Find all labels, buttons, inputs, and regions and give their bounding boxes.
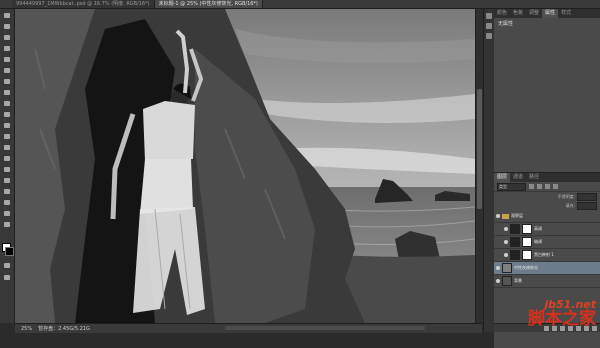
vertical-scrollbar[interactable] — [475, 9, 483, 323]
zoom-level[interactable]: 25% — [15, 326, 38, 332]
hand-tool-icon[interactable] — [2, 209, 12, 218]
quick-mask-icon[interactable] — [2, 261, 12, 270]
site-watermark: jb51.net 脚本之家 — [528, 298, 596, 328]
layer-thumbnail — [502, 276, 512, 286]
horizontal-scrollbar[interactable] — [225, 326, 425, 330]
document-tabs: 994449997_1MWkbcat..psd @ 16.7% (明度, RGB… — [12, 0, 263, 8]
filter-adjust-icon[interactable] — [537, 184, 542, 189]
zoom-tool-icon[interactable] — [2, 220, 12, 229]
tab-color[interactable]: 颜色 — [494, 9, 510, 18]
watermark-name: 脚本之家 — [528, 309, 596, 329]
doc-tab-1[interactable]: 994449997_1MWkbcat..psd @ 16.7% (明度, RGB… — [12, 0, 155, 8]
folder-icon — [502, 213, 509, 219]
tab-channels[interactable]: 通道 — [510, 173, 526, 182]
gradient-tool-icon[interactable] — [2, 132, 12, 141]
opacity-label: 不透明度: — [557, 193, 575, 199]
eyedropper-tool-icon[interactable] — [2, 66, 12, 75]
fill-row: 填充: — [494, 201, 600, 210]
history-brush-tool-icon[interactable] — [2, 110, 12, 119]
shape-tool-icon[interactable] — [2, 198, 12, 207]
fill-label: 填充: — [565, 202, 575, 208]
actions-icon[interactable] — [486, 23, 492, 29]
dodge-tool-icon[interactable] — [2, 154, 12, 163]
document-info: 暂存盘：2.45G/5.21G — [38, 326, 90, 332]
adjustment-layer-icon — [510, 250, 520, 260]
layer-name: 背景 — [514, 278, 522, 283]
layer-kind-select[interactable]: 类型 — [497, 182, 526, 191]
blur-tool-icon[interactable] — [2, 143, 12, 152]
properties-tabs: 颜色 色板 调整 属性 样式 — [494, 9, 600, 18]
layer-row-highlights[interactable]: 高调 — [494, 223, 600, 236]
layer-mask-thumbnail[interactable] — [522, 250, 532, 260]
filter-shape-icon[interactable] — [553, 184, 558, 189]
visibility-eye-icon[interactable] — [504, 253, 508, 257]
layer-name: 黑白映射 1 — [534, 252, 554, 257]
pen-tool-icon[interactable] — [2, 165, 12, 174]
layer-name: 高调 — [534, 226, 542, 231]
doc-tab-2[interactable]: 未标题-1 @ 25% (中性灰修饰光, RGB/16*) — [154, 0, 263, 8]
history-icon[interactable] — [486, 13, 492, 19]
properties-panel-body: 无属性 — [494, 18, 600, 173]
tools-panel — [0, 9, 15, 323]
visibility-eye-icon[interactable] — [496, 266, 500, 270]
tab-properties[interactable]: 属性 — [542, 9, 559, 18]
layer-name: 暗调 — [534, 239, 542, 244]
layer-name: 观察层 — [511, 213, 523, 218]
tab-adjustments[interactable]: 调整 — [526, 9, 542, 18]
background-color-swatch[interactable] — [5, 247, 14, 256]
layer-filter-row: 类型 — [494, 182, 600, 192]
layer-thumbnail — [502, 263, 512, 273]
visibility-eye-icon[interactable] — [496, 214, 500, 218]
layer-name: 中性灰修饰光 — [514, 265, 538, 270]
filter-type-icon[interactable] — [545, 184, 550, 189]
healing-brush-tool-icon[interactable] — [2, 77, 12, 86]
tab-swatches[interactable]: 色板 — [510, 9, 526, 18]
type-tool-icon[interactable] — [2, 176, 12, 185]
layer-row-shadows[interactable]: 暗调 — [494, 236, 600, 249]
screen-mode-icon[interactable] — [2, 273, 12, 282]
eraser-tool-icon[interactable] — [2, 121, 12, 130]
brush-tool-icon[interactable] — [2, 88, 12, 97]
quick-select-tool-icon[interactable] — [2, 44, 12, 53]
layer-mask-thumbnail[interactable] — [522, 237, 532, 247]
info-icon[interactable] — [486, 33, 492, 39]
tab-layers[interactable]: 图层 — [494, 173, 511, 182]
fill-input[interactable] — [577, 201, 597, 210]
tab-paths[interactable]: 路径 — [526, 173, 542, 182]
layer-row-neutral-gray[interactable]: 中性灰修饰光 — [494, 262, 600, 275]
visibility-eye-icon[interactable] — [496, 279, 500, 283]
opacity-input[interactable] — [577, 192, 597, 201]
lasso-tool-icon[interactable] — [2, 33, 12, 42]
marquee-tool-icon[interactable] — [2, 22, 12, 31]
photo-canvas-image — [15, 9, 475, 323]
layer-mask-thumbnail[interactable] — [522, 224, 532, 234]
right-panels: 颜色 色板 调整 属性 样式 无属性 图层 通道 路径 类型 不透明度: 填充:… — [494, 9, 600, 348]
visibility-eye-icon[interactable] — [504, 227, 508, 231]
tab-styles[interactable]: 样式 — [558, 9, 574, 18]
opacity-row: 不透明度: — [494, 192, 600, 201]
layers-tabs: 图层 通道 路径 — [494, 173, 600, 182]
menu-bar: 994449997_1MWkbcat..psd @ 16.7% (明度, RGB… — [0, 0, 600, 9]
document-canvas[interactable] — [15, 9, 475, 323]
layer-row-group[interactable]: 观察层 — [494, 210, 600, 223]
layer-row-bw-map[interactable]: 黑白映射 1 — [494, 249, 600, 262]
adjustment-layer-icon — [510, 224, 520, 234]
layer-row-background[interactable]: 背景 — [494, 275, 600, 288]
path-select-tool-icon[interactable] — [2, 187, 12, 196]
crop-tool-icon[interactable] — [2, 55, 12, 64]
visibility-eye-icon[interactable] — [504, 240, 508, 244]
move-tool-icon[interactable] — [2, 11, 12, 20]
adjustment-layer-icon — [510, 237, 520, 247]
vertical-scrollbar-thumb[interactable] — [477, 89, 482, 209]
clone-stamp-tool-icon[interactable] — [2, 99, 12, 108]
filter-pixel-icon[interactable] — [529, 184, 534, 189]
properties-empty-text: 无属性 — [498, 21, 514, 27]
